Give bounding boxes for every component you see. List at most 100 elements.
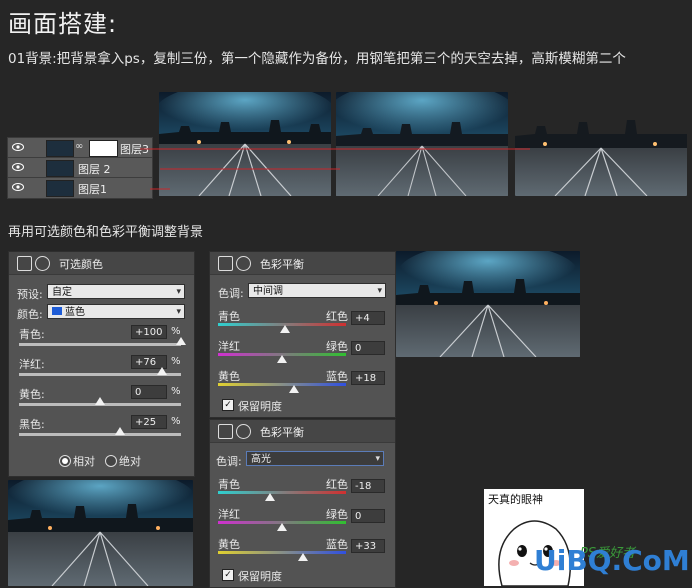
balance-left-label: 青色 [218,310,240,323]
panel-title: 色彩平衡 [260,426,304,439]
radio-relative-label: 相对 [73,455,95,468]
balance-value-input[interactable]: +4 [351,311,385,325]
balance-right-label: 绿色 [326,508,348,521]
radio-relative[interactable] [59,455,71,467]
slider-label: 黑色: [19,418,45,431]
result-photo [396,251,580,357]
adjustment-icon [17,256,32,271]
slider-value-input[interactable]: +100 [131,325,167,339]
panel-title: 色彩平衡 [260,258,304,271]
color-balance-panel-highlights: 色彩平衡 色调: 高光 ▾ 青色 红色 -18 洋红 绿色 0 黄色 蓝色 +33 ✓ 保留明度 [209,419,396,588]
balance-slider-knob[interactable] [277,523,287,531]
preset-value: 自定 [52,287,72,298]
balance-left-label: 黄色 [218,538,240,551]
radio-absolute-label: 绝对 [119,455,141,468]
balance-left-label: 洋红 [218,340,240,353]
preserve-luminosity-label: 保留明度 [238,570,282,583]
balance-value-input[interactable]: -18 [351,479,385,493]
tone-label: 色调: [216,455,242,468]
balance-slider-knob[interactable] [277,355,287,363]
layer-thumbnail [46,160,74,177]
layer-thumbnail [46,140,74,157]
panel-header: 色彩平衡 [210,420,395,443]
blue-swatch [52,307,62,315]
slider-knob[interactable] [115,427,125,435]
site-logo: UiBQ.CoM [534,544,690,577]
layer-row-3[interactable]: ∞ 图层3 [8,138,152,158]
balance-value-input[interactable]: +18 [351,371,385,385]
slider-knob[interactable] [176,337,186,345]
tone-select[interactable]: 中间调 ▾ [248,283,386,298]
mask-icon [236,424,251,439]
balance-left-label: 黄色 [218,370,240,383]
tone-select[interactable]: 高光 ▾ [246,451,384,466]
balance-value-input[interactable]: 0 [351,341,385,355]
tone-value: 高光 [251,454,271,465]
slider-value-input[interactable]: +25 [131,415,167,429]
colors-select[interactable]: 蓝色 ▾ [47,304,185,319]
balance-left-label: 青色 [218,478,240,491]
slider-label: 洋红: [19,358,45,371]
colors-value: 蓝色 [65,307,85,318]
balance-icon [218,424,233,439]
percent-label: % [171,416,181,427]
balance-gradient-track [218,551,346,554]
connector-lines [140,148,530,190]
mask-icon [35,256,50,271]
intro-text: 01背景:把背景拿入ps，复制三份，第一个隐藏作为备份，用钢笔把第三个的天空去掉… [8,51,626,67]
percent-label: % [171,386,181,397]
eye-icon[interactable] [12,143,24,151]
selective-color-panel: 可选颜色 预设: 自定 ▾ 颜色: 蓝色 ▾ 青色: +100% 洋红: +76% 黄色: 0… [8,251,195,477]
chevron-down-icon: ▾ [176,287,181,297]
layer-row-2[interactable]: 图层 2 [8,158,152,178]
slider-track [19,343,181,346]
layer-thumbnail [46,180,74,197]
layer-mask-thumbnail [89,140,118,157]
balance-right-label: 绿色 [326,340,348,353]
balance-left-label: 洋红 [218,508,240,521]
balance-right-label: 蓝色 [326,370,348,383]
balance-icon [218,256,233,271]
slider-value-input[interactable]: 0 [131,385,167,399]
balance-slider-knob[interactable] [280,325,290,333]
panel-title: 可选颜色 [59,258,103,271]
balance-slider-knob[interactable] [298,553,308,561]
slider-knob[interactable] [157,367,167,375]
slider-label: 青色: [19,328,45,341]
chevron-down-icon: ▾ [375,454,380,464]
balance-gradient-track [218,491,346,494]
percent-label: % [171,326,181,337]
layer-row-1[interactable]: 图层1 [8,178,152,197]
balance-right-label: 红色 [326,478,348,491]
section-heading: 再用可选颜色和色彩平衡调整背景 [8,225,204,240]
balance-slider-knob[interactable] [289,385,299,393]
layers-panel: ∞ 图层3 图层 2 图层1 [7,137,153,199]
percent-label: % [171,356,181,367]
panel-header: 可选颜色 [9,252,194,275]
preserve-luminosity-label: 保留明度 [238,400,282,413]
slider-label: 黄色: [19,388,45,401]
chevron-down-icon: ▾ [377,286,382,296]
slider-knob[interactable] [95,397,105,405]
eye-icon[interactable] [12,163,24,171]
balance-slider-knob[interactable] [265,493,275,501]
layer-name: 图层 2 [78,163,111,176]
preserve-luminosity-checkbox[interactable]: ✓ [222,399,234,411]
preset-select[interactable]: 自定 ▾ [47,284,185,299]
preserve-luminosity-checkbox[interactable]: ✓ [222,569,234,581]
panel-header: 色彩平衡 [210,252,395,275]
eye-icon[interactable] [12,183,24,191]
balance-value-input[interactable]: +33 [351,539,385,553]
mask-icon [236,256,251,271]
radio-absolute[interactable] [105,455,117,467]
preset-label: 预设: [17,288,43,301]
slider-track [19,433,181,436]
link-icon: ∞ [75,141,84,152]
photo-layer-1 [515,92,687,196]
balance-right-label: 蓝色 [326,538,348,551]
balance-value-input[interactable]: 0 [351,509,385,523]
result-photo-2 [8,480,193,586]
layer-name: 图层1 [78,183,107,196]
tone-label: 色调: [218,287,244,300]
page-title: 画面搭建: [8,10,118,38]
